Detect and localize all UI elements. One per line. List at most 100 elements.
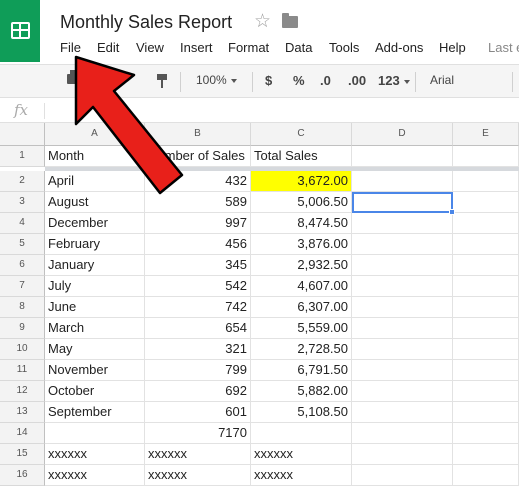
folder-icon[interactable]	[282, 13, 298, 28]
print-icon[interactable]	[67, 70, 81, 84]
menu-insert[interactable]: Insert	[180, 40, 213, 55]
cell-a14[interactable]	[45, 423, 145, 444]
cell-a10[interactable]: May	[45, 339, 145, 360]
cell-d15[interactable]	[352, 444, 453, 465]
more-formats-button[interactable]: 123	[378, 73, 410, 88]
row-header-1[interactable]: 1	[0, 146, 45, 167]
cell-c12[interactable]: 5,882.00	[251, 381, 352, 402]
cell-d4[interactable]	[352, 213, 453, 234]
cell-c1[interactable]: Total Sales	[251, 146, 352, 167]
cell-d12[interactable]	[352, 381, 453, 402]
cell-b13[interactable]: 601	[145, 402, 251, 423]
cell-c3[interactable]: 5,006.50	[251, 192, 352, 213]
row-header-9[interactable]: 9	[0, 318, 45, 339]
row-header-10[interactable]: 10	[0, 339, 45, 360]
cell-d5[interactable]	[352, 234, 453, 255]
cell-d10[interactable]	[352, 339, 453, 360]
cell-a11[interactable]: November	[45, 360, 145, 381]
cell-c8[interactable]: 6,307.00	[251, 297, 352, 318]
cell-a9[interactable]: March	[45, 318, 145, 339]
cell-a4[interactable]: December	[45, 213, 145, 234]
cell-c2[interactable]: 3,672.00	[251, 171, 352, 192]
cell-e10[interactable]	[453, 339, 519, 360]
column-header-a[interactable]: A	[45, 123, 145, 146]
cell-a3[interactable]: August	[45, 192, 145, 213]
frozen-row-divider[interactable]	[45, 167, 519, 171]
row-header-7[interactable]: 7	[0, 276, 45, 297]
fill-handle[interactable]	[449, 209, 455, 215]
cell-e7[interactable]	[453, 276, 519, 297]
cell-a2[interactable]: April	[45, 171, 145, 192]
selected-cell-d3[interactable]	[352, 192, 453, 213]
cell-b12[interactable]: 692	[145, 381, 251, 402]
cell-b6[interactable]: 345	[145, 255, 251, 276]
row-header-6[interactable]: 6	[0, 255, 45, 276]
cell-b7[interactable]: 542	[145, 276, 251, 297]
cell-b14[interactable]: 7170	[145, 423, 251, 444]
row-header-2[interactable]: 2	[0, 171, 45, 192]
decrease-decimal-button[interactable]: .0	[320, 73, 331, 88]
menu-data[interactable]: Data	[285, 40, 312, 55]
cell-a5[interactable]: February	[45, 234, 145, 255]
cell-e12[interactable]	[453, 381, 519, 402]
cell-a8[interactable]: June	[45, 297, 145, 318]
cell-a15[interactable]: xxxxxx	[45, 444, 145, 465]
row-header-5[interactable]: 5	[0, 234, 45, 255]
row-header-16[interactable]: 16	[0, 465, 45, 486]
cell-b2[interactable]: 432	[145, 171, 251, 192]
cell-d13[interactable]	[352, 402, 453, 423]
cell-a6[interactable]: January	[45, 255, 145, 276]
cell-a7[interactable]: July	[45, 276, 145, 297]
row-header-14[interactable]: 14	[0, 423, 45, 444]
cell-e14[interactable]	[453, 423, 519, 444]
currency-format-button[interactable]: $	[265, 73, 272, 88]
cell-e4[interactable]	[453, 213, 519, 234]
zoom-select[interactable]: 100%	[196, 73, 237, 87]
cell-d8[interactable]	[352, 297, 453, 318]
cell-b8[interactable]: 742	[145, 297, 251, 318]
cell-d1[interactable]	[352, 146, 453, 167]
cell-b3[interactable]: 589	[145, 192, 251, 213]
cell-d9[interactable]	[352, 318, 453, 339]
cell-e8[interactable]	[453, 297, 519, 318]
cell-c4[interactable]: 8,474.50	[251, 213, 352, 234]
cell-e16[interactable]	[453, 465, 519, 486]
cell-a12[interactable]: October	[45, 381, 145, 402]
increase-decimal-button[interactable]: .00	[348, 73, 366, 88]
cell-b16[interactable]: xxxxxx	[145, 465, 251, 486]
cell-e1[interactable]	[453, 146, 519, 167]
cell-d7[interactable]	[352, 276, 453, 297]
sheets-logo[interactable]	[0, 0, 40, 62]
cell-c15[interactable]: xxxxxx	[251, 444, 352, 465]
column-header-b[interactable]: B	[145, 123, 251, 146]
font-select[interactable]: Arial	[430, 73, 454, 87]
document-title[interactable]: Monthly Sales Report	[60, 12, 232, 33]
cell-e3[interactable]	[453, 192, 519, 213]
cell-c16[interactable]: xxxxxx	[251, 465, 352, 486]
row-header-4[interactable]: 4	[0, 213, 45, 234]
cell-c9[interactable]: 5,559.00	[251, 318, 352, 339]
cell-c5[interactable]: 3,876.00	[251, 234, 352, 255]
column-header-c[interactable]: C	[251, 123, 352, 146]
menu-edit[interactable]: Edit	[97, 40, 119, 55]
row-header-3[interactable]: 3	[0, 192, 45, 213]
menu-view[interactable]: View	[136, 40, 164, 55]
cell-d16[interactable]	[352, 465, 453, 486]
cell-b9[interactable]: 654	[145, 318, 251, 339]
cell-e9[interactable]	[453, 318, 519, 339]
cell-c10[interactable]: 2,728.50	[251, 339, 352, 360]
cell-e5[interactable]	[453, 234, 519, 255]
cell-c7[interactable]: 4,607.00	[251, 276, 352, 297]
cell-c6[interactable]: 2,932.50	[251, 255, 352, 276]
cell-e13[interactable]	[453, 402, 519, 423]
row-header-13[interactable]: 13	[0, 402, 45, 423]
star-icon[interactable]: ☆	[254, 10, 271, 33]
cell-d14[interactable]	[352, 423, 453, 444]
menu-addons[interactable]: Add-ons	[375, 40, 423, 55]
cell-d11[interactable]	[352, 360, 453, 381]
cell-b1[interactable]: Number of Sales	[145, 146, 251, 167]
cell-c13[interactable]: 5,108.50	[251, 402, 352, 423]
cell-e11[interactable]	[453, 360, 519, 381]
column-header-e[interactable]: E	[453, 123, 519, 146]
last-edit-link[interactable]: Last e	[488, 40, 519, 55]
